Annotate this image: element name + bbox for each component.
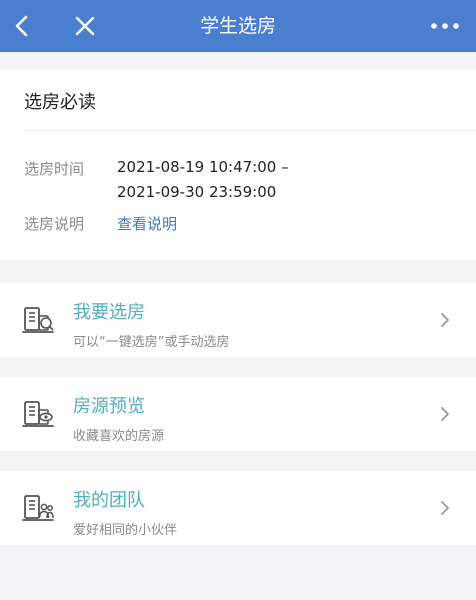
menu-subtitle: 可以“一键选房”或手动选房 <box>73 335 230 350</box>
time-start: 2021-08-19 10:47:00 – <box>117 158 289 176</box>
notice-card: 选房必读 选房时间 2021-08-19 10:47:00 – 2021-09-… <box>0 70 476 260</box>
menu-item-select-room[interactable]: 我要选房 可以“一键选房”或手动选房 <box>0 283 476 357</box>
menu-subtitle: 爱好相同的小伙伴 <box>73 523 178 538</box>
building-team-icon <box>22 492 56 524</box>
chevron-left-icon <box>15 15 28 37</box>
back-button[interactable] <box>8 10 38 42</box>
divider <box>24 130 476 131</box>
notice-title: 选房必读 <box>24 92 96 113</box>
close-icon <box>75 16 95 36</box>
chevron-right-icon <box>440 500 450 516</box>
menu-title: 我的团队 <box>73 490 145 511</box>
chevron-right-icon <box>440 406 450 422</box>
menu-item-room-preview[interactable]: 房源预览 收藏喜欢的房源 <box>0 377 476 451</box>
more-horizontal-icon <box>431 23 459 29</box>
menu-title: 房源预览 <box>73 396 145 417</box>
building-select-icon <box>22 304 56 336</box>
chevron-right-icon <box>440 312 450 328</box>
desc-label: 选房说明 <box>24 215 85 233</box>
close-button[interactable] <box>70 10 100 42</box>
view-description-link[interactable]: 查看说明 <box>117 213 177 234</box>
menu-item-my-team[interactable]: 我的团队 爱好相同的小伙伴 <box>0 471 476 545</box>
time-label: 选房时间 <box>24 160 85 178</box>
menu-subtitle: 收藏喜欢的房源 <box>73 429 165 444</box>
time-end: 2021-09-30 23:59:00 <box>117 183 277 201</box>
building-preview-icon <box>22 398 56 430</box>
nav-bar: 学生选房 <box>0 0 476 52</box>
more-button[interactable] <box>428 14 462 38</box>
menu-title: 我要选房 <box>73 302 145 323</box>
